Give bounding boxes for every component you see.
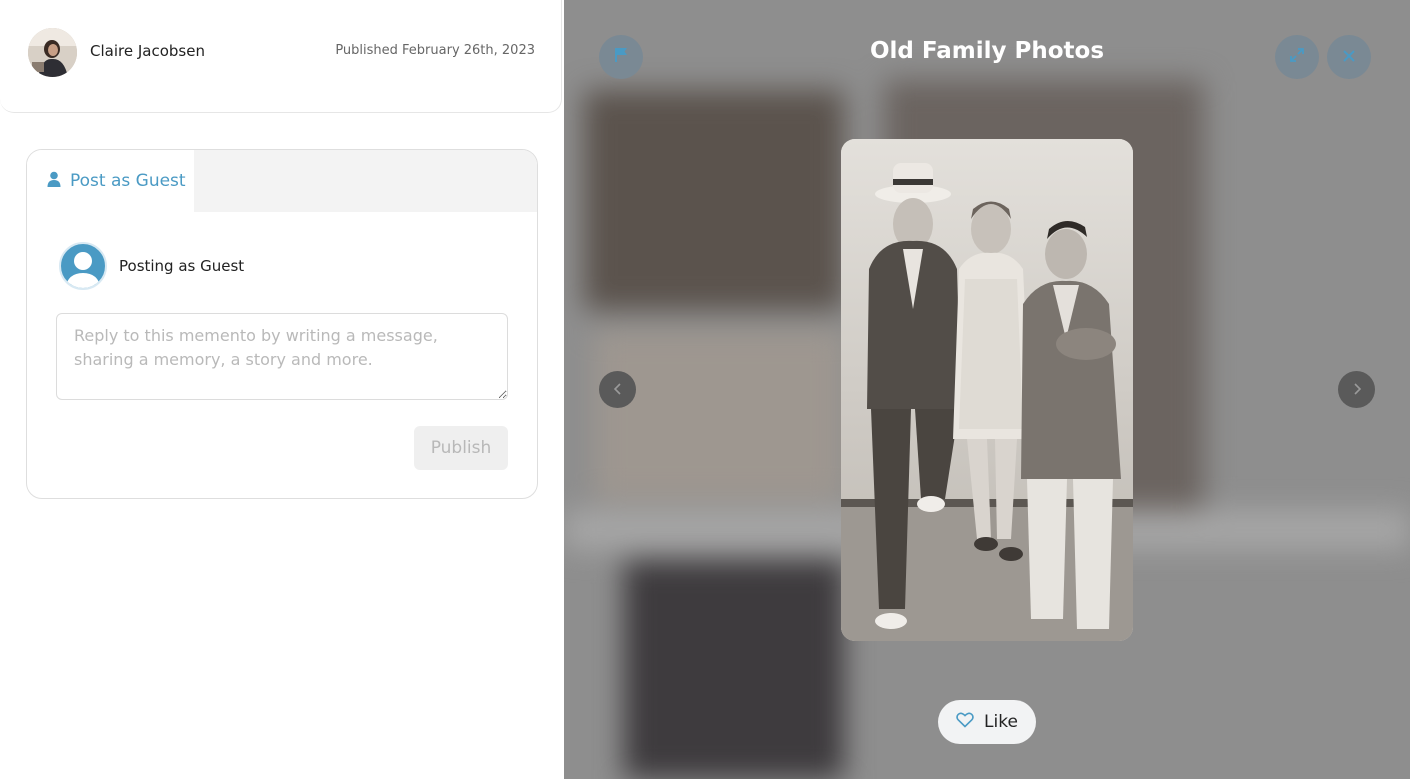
user-icon	[47, 171, 61, 191]
report-button[interactable]	[599, 35, 643, 79]
chevron-left-icon	[613, 379, 623, 400]
expand-icon	[1289, 47, 1305, 68]
next-photo-button[interactable]	[1338, 371, 1375, 408]
tab-post-as-guest[interactable]: Post as Guest	[27, 150, 194, 212]
published-date: Published February 26th, 2023	[335, 43, 535, 58]
author-avatar[interactable]	[28, 28, 77, 77]
author-card: Claire Jacobsen Published February 26th,…	[0, 0, 562, 113]
app-root: Claire Jacobsen Published February 26th,…	[0, 0, 1410, 779]
chevron-right-icon	[1352, 379, 1362, 400]
comment-form-card: Post as Guest Posting as Guest Publish	[26, 149, 538, 499]
publish-button[interactable]: Publish	[414, 426, 508, 470]
posting-as-guest-label: Posting as Guest	[119, 257, 245, 275]
flag-icon	[614, 47, 628, 68]
guest-avatar	[59, 242, 107, 290]
close-button[interactable]	[1327, 35, 1371, 79]
previous-photo-button[interactable]	[599, 371, 636, 408]
tab-label: Post as Guest	[70, 171, 186, 191]
like-label: Like	[984, 712, 1018, 732]
tab-strip: Post as Guest	[27, 150, 537, 212]
photo-viewer: Old Family Photos Like	[564, 0, 1410, 779]
comment-panel: Claire Jacobsen Published February 26th,…	[0, 0, 564, 779]
like-button[interactable]: Like	[938, 700, 1036, 744]
main-photo	[841, 139, 1133, 641]
expand-button[interactable]	[1275, 35, 1319, 79]
author-name: Claire Jacobsen	[90, 42, 205, 60]
heart-icon	[956, 712, 974, 733]
close-icon	[1342, 47, 1356, 68]
reply-textarea[interactable]	[56, 313, 508, 400]
